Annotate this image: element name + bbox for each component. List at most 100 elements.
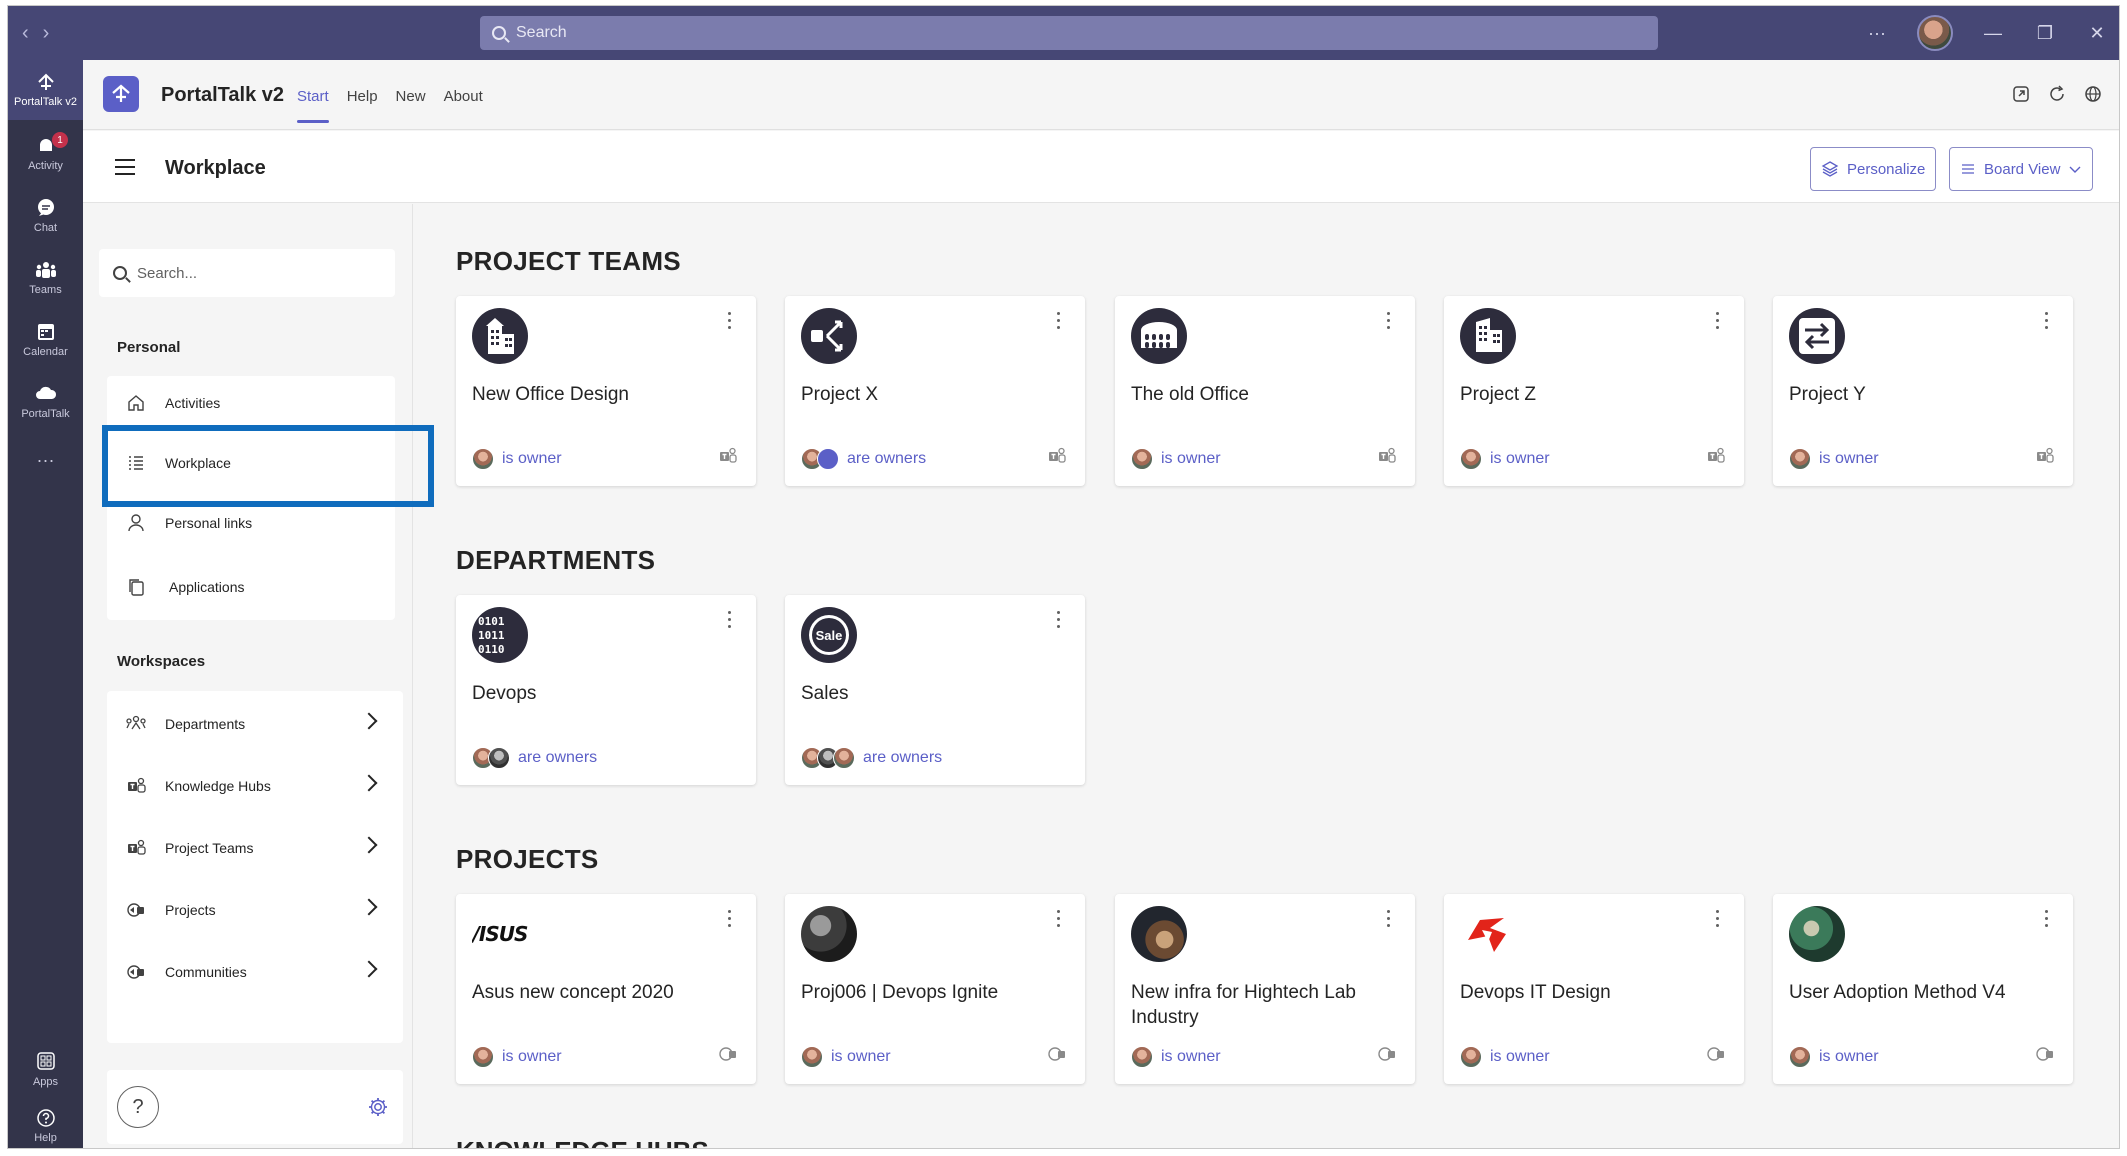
- rail-label: Chat: [33, 222, 58, 234]
- gear-icon[interactable]: [367, 1096, 389, 1118]
- personalize-button[interactable]: Personalize: [1810, 147, 1937, 191]
- teams-icon: [1706, 446, 1726, 466]
- teams-icon: [1047, 446, 1067, 466]
- section-title-projects: PROJECTS: [456, 844, 599, 874]
- rail-item-portaltalk-v2[interactable]: PortalTalk v2: [8, 60, 83, 120]
- tab-help[interactable]: Help: [347, 88, 378, 123]
- card-project-y[interactable]: Project Y is owner: [1773, 296, 2073, 486]
- sidebar-footer: ?: [107, 1070, 403, 1144]
- more-options-icon[interactable]: [1057, 910, 1063, 931]
- more-options-icon[interactable]: [1716, 312, 1722, 333]
- rail-item-calendar[interactable]: Calendar: [8, 310, 83, 370]
- svg-text:0110: 0110: [478, 643, 505, 656]
- sale-badge-text: Sale: [815, 627, 843, 643]
- card-title: New infra for Hightech Lab Industry: [1131, 982, 1356, 1028]
- forward-icon[interactable]: ›: [43, 22, 64, 44]
- more-options-icon[interactable]: [1387, 312, 1393, 333]
- card-title: Project X: [801, 384, 879, 405]
- more-options-icon[interactable]: [1716, 910, 1722, 931]
- rail-label: Apps: [32, 1076, 59, 1088]
- sidebar-item-label: Communities: [165, 964, 247, 980]
- card-new-infra-hightech-lab[interactable]: New infra for Hightech Lab Industry is o…: [1115, 894, 1415, 1084]
- rail-item-apps[interactable]: Apps: [8, 1040, 83, 1100]
- tab-new[interactable]: New: [396, 88, 426, 123]
- refresh-icon[interactable]: [2047, 84, 2067, 104]
- card-devops[interactable]: 0101 1011 0110 Devops are owners: [456, 595, 756, 785]
- sidebar-item-project-teams[interactable]: Project Teams: [107, 821, 403, 875]
- sidebar-search-input[interactable]: Search...: [99, 249, 395, 297]
- rail-item-activity[interactable]: 1 Activity: [8, 124, 83, 184]
- rail-item-teams[interactable]: Teams: [8, 248, 83, 308]
- tab-start[interactable]: Start: [297, 88, 329, 123]
- sidebar-item-departments[interactable]: Departments: [107, 697, 403, 751]
- rail-item-help[interactable]: Help: [8, 1096, 83, 1148]
- portaltalk-logo-icon: [103, 76, 139, 112]
- more-options-icon[interactable]: [1057, 611, 1063, 632]
- card-title: Asus new concept 2020: [472, 982, 674, 1003]
- rail-label: Activity: [28, 160, 63, 172]
- close-icon[interactable]: ✕: [2085, 23, 2109, 44]
- sidebar-item-knowledge-hubs[interactable]: Knowledge Hubs: [107, 759, 403, 813]
- org-icon: [125, 713, 147, 735]
- more-options-icon[interactable]: [1057, 312, 1063, 333]
- sidebar-item-projects[interactable]: Projects: [107, 883, 403, 937]
- sidebar-item-communities[interactable]: Communities: [107, 945, 403, 999]
- rail-item-chat[interactable]: Chat: [8, 186, 83, 246]
- workplace-highlight: [102, 425, 434, 507]
- card-the-old-office[interactable]: The old Office is owner: [1115, 296, 1415, 486]
- card-project-z[interactable]: Project Z is owner: [1444, 296, 1744, 486]
- maximize-icon[interactable]: ❐: [2033, 23, 2057, 44]
- communities-icon: [125, 961, 147, 983]
- more-options-icon[interactable]: [728, 910, 734, 931]
- teams-icon: [125, 775, 147, 797]
- global-search-input[interactable]: Search: [480, 16, 1658, 50]
- minimize-icon[interactable]: —: [1981, 23, 2005, 44]
- header-actions: [2011, 84, 2103, 104]
- user-avatar[interactable]: [1917, 15, 1953, 51]
- more-options-icon[interactable]: [2045, 910, 2051, 931]
- apps-icon: [35, 1052, 57, 1072]
- card-project-x[interactable]: Project X are owners: [785, 296, 1085, 486]
- binary-icon: 0101 1011 0110: [472, 607, 528, 663]
- section-title-knowledge-hubs: KNOWLEDGE HUBS: [456, 1138, 709, 1148]
- more-options-icon[interactable]: [728, 611, 734, 632]
- chevron-right-icon: [360, 898, 378, 916]
- card-devops-it-design[interactable]: Devops IT Design is owner: [1444, 894, 1744, 1084]
- hamburger-menu-icon[interactable]: [115, 159, 135, 175]
- rail-more[interactable]: ···: [8, 430, 83, 490]
- more-options-icon[interactable]: [2045, 312, 2051, 333]
- help-button[interactable]: ?: [117, 1086, 159, 1128]
- title-bar: ‹› Search ··· — ❐ ✕: [8, 6, 2119, 60]
- card-user-adoption-method-v4[interactable]: User Adoption Method V4 is owner: [1773, 894, 2073, 1084]
- more-icon: ···: [36, 449, 55, 470]
- owner-avatar: [472, 1046, 494, 1068]
- sidebar-item-applications[interactable]: Applications: [107, 560, 395, 614]
- card-owner: is owner: [1789, 448, 1879, 470]
- card-owner: are owners: [801, 747, 942, 769]
- section-title-departments: DEPARTMENTS: [456, 545, 656, 575]
- rail-label: Help: [34, 1132, 57, 1144]
- rail-item-portaltalk[interactable]: PortalTalk: [8, 372, 83, 432]
- portaltalk-icon: [35, 72, 57, 92]
- board-view-dropdown[interactable]: Board View: [1949, 147, 2094, 191]
- card-owner: is owner: [801, 1046, 891, 1068]
- owner-avatar: [1789, 1046, 1811, 1068]
- nav-arrows[interactable]: ‹›: [22, 22, 63, 45]
- exchange-icon: [801, 308, 857, 364]
- globe-icon[interactable]: [2083, 84, 2103, 104]
- more-options-icon[interactable]: ···: [1865, 23, 1889, 44]
- card-proj006-devops-ignite[interactable]: Proj006 | Devops Ignite is owner: [785, 894, 1085, 1084]
- tab-about[interactable]: About: [444, 88, 483, 123]
- more-options-icon[interactable]: [1387, 910, 1393, 931]
- owner-label: are owners: [863, 749, 943, 766]
- card-sales[interactable]: Sale Sales are owners: [785, 595, 1085, 785]
- card-new-office-design[interactable]: New Office Design is owner: [456, 296, 756, 486]
- sidebar-item-activities[interactable]: Activities: [107, 376, 395, 430]
- more-options-icon[interactable]: [728, 312, 734, 333]
- owner-avatar: [488, 747, 510, 769]
- owner-avatar: [833, 747, 855, 769]
- back-icon[interactable]: ‹: [22, 22, 43, 44]
- chevron-right-icon: [360, 836, 378, 854]
- popout-icon[interactable]: [2011, 84, 2031, 104]
- card-asus-new-concept-2020[interactable]: /ISUS Asus new concept 2020 is owner: [456, 894, 756, 1084]
